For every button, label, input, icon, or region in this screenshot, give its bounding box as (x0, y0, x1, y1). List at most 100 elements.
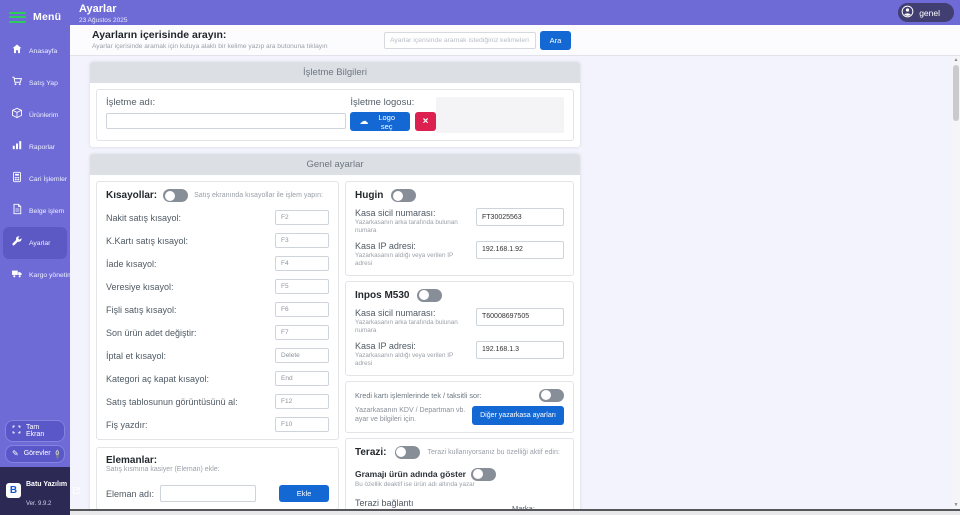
brand-name: Batu Yazılım (26, 481, 67, 488)
scrollbar-thumb[interactable] (953, 65, 959, 121)
toggle-knob (393, 191, 403, 201)
shortcuts-box: Kısayollar: Satış ekranında kısayollar i… (96, 181, 339, 440)
settings-search-bar: Ayarların içerisinde arayın: Ayarlar içe… (70, 25, 960, 56)
shortcuts-toggle[interactable] (163, 189, 188, 202)
hamburger-menu-icon[interactable] (9, 9, 26, 25)
shortcut-key-input[interactable] (275, 279, 329, 294)
home-icon (11, 42, 23, 60)
shortcut-key-input[interactable] (275, 210, 329, 225)
business-name-input[interactable] (106, 113, 346, 129)
credit-ask-label: Kredi kartı işlemlerinde tek / taksitli … (355, 391, 539, 400)
shortcut-row: Nakit satış kısayol: (106, 210, 329, 225)
search-button[interactable]: Ara (540, 31, 571, 50)
page-header: Ayarlar 23 Ağustos 2025 genel (70, 0, 960, 25)
page-title: Ayarlar (79, 3, 960, 17)
external-link-icon[interactable] (72, 482, 81, 500)
user-menu-button[interactable]: genel (898, 3, 954, 22)
general-settings-card: Genel ayarlar Kısayollar: Satış ekranınd… (90, 154, 580, 509)
hugin-title: Hugin (355, 190, 383, 201)
toggle-knob (473, 469, 483, 479)
business-info-card: İşletme Bilgileri İşletme adı: İşletme l… (90, 62, 580, 147)
brand-footer[interactable]: B Batu Yazılım Ver. 9.9.2 (0, 467, 70, 515)
sidebar-item-kargo-yonetim[interactable]: Kargo yönetim (3, 259, 67, 291)
shortcut-row: İade kısayol: (106, 256, 329, 271)
credit-info-text: Yazarkasanın KDV / Departman vb. ayar ve… (355, 406, 472, 425)
brand-version: Ver. 9.9.2 (26, 501, 51, 507)
sidebar-item-raporlar[interactable]: Raporlar (3, 131, 67, 163)
shortcut-key-input[interactable] (275, 394, 329, 409)
truck-icon (11, 266, 23, 284)
sidebar-item-anasayfa[interactable]: Anasayfa (3, 35, 67, 67)
shortcut-row: İptal et kısayol: (106, 348, 329, 363)
cloud-upload-icon: ☁ (359, 116, 368, 127)
brand-logo: B (6, 483, 21, 498)
gram-hint: Bu özellik deaktif ise ürün adı altında … (355, 481, 564, 488)
logo-select-button[interactable]: ☁ Logo seç (350, 112, 410, 131)
menu-label: Menü (33, 11, 61, 23)
staff-hint: Satış kısmına kasiyer (Eleman) ekle: (106, 466, 329, 473)
scale-port-label: Terazi bağlantı portu: (355, 498, 436, 509)
credit-card-box: Kredi kartı işlemlerinde tek / taksitli … (345, 381, 574, 433)
shortcut-key-input[interactable] (275, 371, 329, 386)
fullscreen-button[interactable]: Tam Ekran (5, 420, 65, 442)
credit-ask-toggle[interactable] (539, 389, 564, 402)
hugin-serial-input[interactable] (476, 208, 564, 226)
hugin-toggle[interactable] (391, 189, 416, 202)
shortcuts-hint: Satış ekranında kısayollar ile işlem yap… (194, 192, 323, 199)
scale-toggle[interactable] (395, 446, 420, 459)
sidebar-item-belge-islem[interactable]: Belge işlem (3, 195, 67, 227)
wrench-icon (11, 234, 23, 252)
calculator-icon (11, 170, 23, 188)
page-date: 23 Ağustos 2025 (79, 17, 960, 25)
shortcut-key-input[interactable] (275, 417, 329, 432)
sidebar-item-ayarlar[interactable]: Ayarlar (3, 227, 67, 259)
username: genel (919, 8, 940, 18)
search-input[interactable] (384, 32, 536, 49)
shortcut-key-input[interactable] (275, 233, 329, 248)
inpos-ip-input[interactable] (476, 341, 564, 359)
scale-title: Terazi: (355, 447, 387, 458)
toggle-knob (541, 390, 551, 400)
inpos-serial-input[interactable] (476, 308, 564, 326)
fullscreen-icon (12, 425, 21, 436)
reports-icon (11, 138, 23, 156)
inpos-box: Inpos M530 Kasa sicil numarası: Yazarkas… (345, 281, 574, 376)
sidebar-item-urunlerim[interactable]: Ürünlerim (3, 99, 67, 131)
gram-label: Gramajı ürün adında göster (355, 469, 466, 479)
sidebar-item-cari-islemler[interactable]: Cari İşlemler (3, 163, 67, 195)
shortcut-key-input[interactable] (275, 302, 329, 317)
sidebar-item-satis-yap[interactable]: Satış Yap (3, 67, 67, 99)
shortcut-key-input[interactable] (275, 256, 329, 271)
staff-title: Elemanlar: (106, 455, 329, 466)
tasks-label: Görevler (24, 450, 51, 457)
scroll-up-arrow[interactable]: ▲ (954, 56, 959, 64)
sidebar: Menü Anasayfa Satış Yap Ürünlerim Raporl… (0, 0, 70, 515)
pencil-icon: ✎ (12, 449, 19, 458)
staff-name-input[interactable] (160, 485, 256, 502)
shortcuts-title: Kısayollar: (106, 190, 157, 201)
shortcut-row: Fiş yazdır: (106, 417, 329, 432)
scale-hint: Terazi kullanıyorsanız bu özelliği aktif… (428, 449, 560, 456)
general-settings-header: Genel ayarlar (90, 154, 580, 175)
fullscreen-label: Tam Ekran (26, 424, 58, 438)
logo-preview-placeholder (436, 97, 564, 133)
shortcut-row: Fişli satış kısayol: (106, 302, 329, 317)
other-register-settings-button[interactable]: Diğer yazarkasa ayarları (472, 406, 564, 425)
tasks-button[interactable]: ✎ Görevler 0 (5, 445, 65, 463)
vertical-scrollbar[interactable]: ▲ ▼ (952, 56, 960, 509)
gram-toggle[interactable] (471, 468, 496, 481)
search-title: Ayarların içerisinde arayın: (92, 29, 384, 43)
menu-header: Menü (0, 0, 70, 32)
shortcut-key-input[interactable] (275, 325, 329, 340)
products-icon (11, 106, 23, 124)
content-area: İşletme Bilgileri İşletme adı: İşletme l… (70, 56, 952, 509)
scroll-down-arrow[interactable]: ▼ (954, 501, 959, 509)
cart-icon (11, 74, 23, 92)
hugin-box: Hugin Kasa sicil numarası: Yazarkasanın … (345, 181, 574, 276)
logo-remove-button[interactable]: × (415, 112, 436, 131)
shortcut-key-input[interactable] (275, 348, 329, 363)
inpos-toggle[interactable] (417, 289, 442, 302)
sidebar-bottom: Tam Ekran ✎ Görevler 0 B Batu Yazılım Ve… (0, 417, 70, 515)
staff-add-button[interactable]: Ekle (279, 485, 329, 502)
hugin-ip-input[interactable] (476, 241, 564, 259)
